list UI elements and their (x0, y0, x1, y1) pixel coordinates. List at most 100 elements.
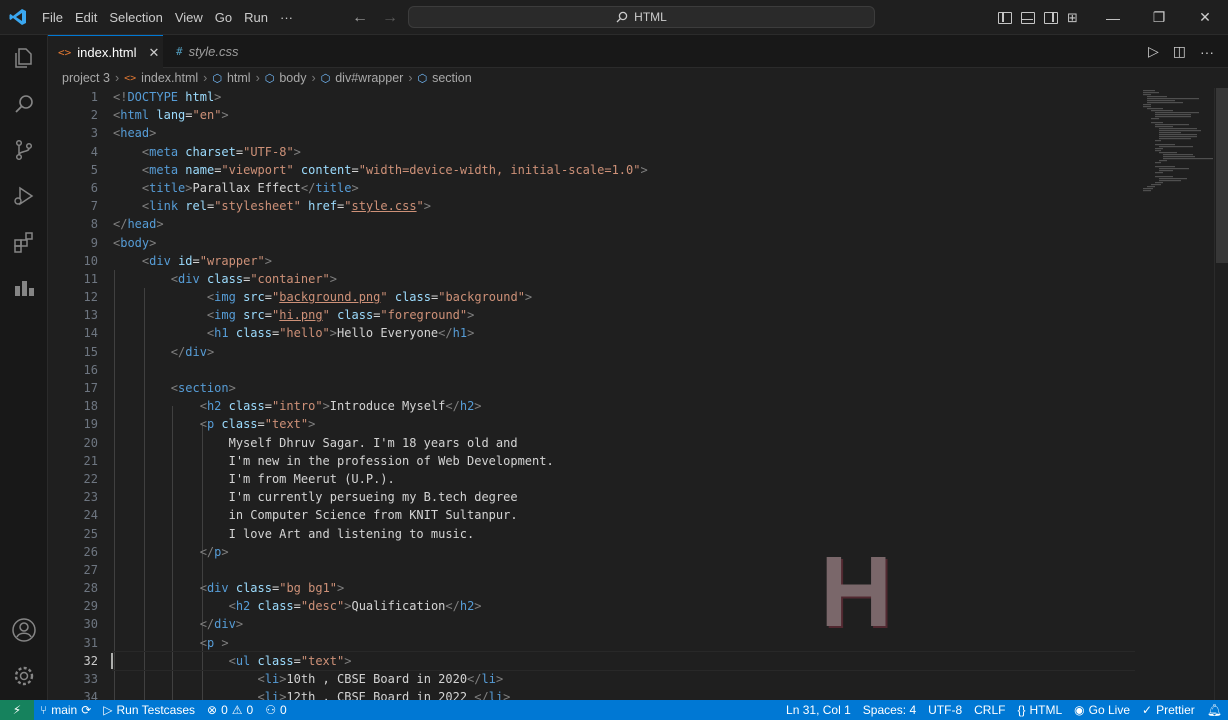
menu-go[interactable]: Go (209, 0, 238, 35)
code-line[interactable]: <!DOCTYPE html> (113, 88, 1143, 106)
close-window-icon[interactable]: ✕ (1182, 0, 1228, 35)
code-content[interactable]: <!DOCTYPE html> <html lang="en"> <head> <m… (111, 88, 1144, 700)
breadcrumb-item[interactable]: project 3 (62, 71, 110, 85)
code-line[interactable]: </p> (113, 543, 1143, 561)
search-icon[interactable] (0, 81, 48, 127)
code-line[interactable]: </div> (113, 343, 1143, 361)
code-line[interactable]: <img src="background.png" class="backgro… (113, 288, 1143, 306)
minimize-icon[interactable]: — (1090, 0, 1136, 35)
code-line[interactable]: <div class="container"> (113, 270, 1143, 288)
encoding[interactable]: UTF-8 (922, 703, 968, 717)
code-line[interactable]: </div> (113, 615, 1143, 633)
code-line[interactable] (113, 561, 1143, 579)
line-number: 2 (90, 108, 98, 123)
tab-label: index.html (77, 45, 137, 60)
end-of-line[interactable]: CRLF (968, 703, 1011, 717)
branch-indicator[interactable]: ⑂ main ⟳ (34, 703, 97, 717)
code-editor[interactable]: 1 2 3 4 5 6 7 8 9 10 11 12 13 14 15 16 17 18 19 20 21 22 23 24 2… (48, 88, 1214, 700)
source-control-icon[interactable] (0, 127, 48, 173)
symbol-icon: ⬡ (320, 72, 331, 85)
chart-icon[interactable] (0, 265, 48, 311)
code-line[interactable]: <html lang="en"> (113, 106, 1143, 124)
code-line[interactable]: <link rel="stylesheet" href="style.css"> (113, 197, 1143, 215)
code-line[interactable]: I'm currently persueing my B.tech degree (113, 488, 1143, 506)
breadcrumb-item[interactable]: index.html (141, 71, 198, 85)
remote-indicator-icon[interactable]: ⚡ (0, 700, 34, 720)
chevron-right-icon: › (408, 71, 413, 85)
code-line[interactable]: <title>Parallax Effect</title> (113, 179, 1143, 197)
notifications-bell-icon[interactable]: 🔔︎ (1201, 703, 1228, 717)
code-line[interactable]: <div id="wrapper"> (113, 252, 1143, 270)
code-line[interactable]: <h2 class="desc">Qualification</h2> (113, 597, 1143, 615)
arrow-right-icon[interactable]: → (382, 9, 398, 27)
menu-view[interactable]: View (169, 0, 209, 35)
toggle-panel-icon[interactable] (1021, 11, 1035, 24)
language-mode[interactable]: {} HTML (1011, 703, 1068, 717)
manage-gear-icon[interactable] (0, 653, 48, 699)
code-line[interactable]: <li>12th , CBSE Board in 2022 </li> (113, 688, 1143, 700)
toggle-secondary-sidebar-icon[interactable] (1044, 11, 1058, 24)
run-debug-icon[interactable] (0, 173, 48, 219)
prettier-indicator[interactable]: ✓ Prettier (1136, 703, 1201, 717)
code-line[interactable]: <div class="bg bg1"> (113, 579, 1143, 597)
command-center-label: HTML (634, 10, 667, 24)
breadcrumb-item[interactable]: section (432, 71, 472, 85)
menu-more[interactable]: ··· (274, 0, 299, 35)
command-center-search[interactable]: HTML (408, 6, 875, 28)
code-line[interactable]: <img src="hi.png" class="foreground"> (113, 306, 1143, 324)
code-line[interactable]: <p > (113, 634, 1143, 652)
toggle-primary-sidebar-icon[interactable] (998, 11, 1012, 24)
customize-layout-icon[interactable]: ⊞ (1067, 10, 1078, 26)
code-line[interactable]: <head> (113, 124, 1143, 142)
run-testcases-button[interactable]: ▷ Run Testcases (97, 703, 201, 717)
scrollbar-thumb[interactable] (1216, 88, 1228, 263)
cursor-position[interactable]: Ln 31, Col 1 (780, 703, 857, 717)
broadcast-icon: ◉ (1074, 703, 1085, 717)
problems-indicator[interactable]: ⊗ 0 ⚠ 0 (201, 703, 259, 717)
code-line[interactable]: I'm new in the profession of Web Develop… (113, 452, 1143, 470)
code-line[interactable]: </head> (113, 215, 1143, 233)
menu-run[interactable]: Run (238, 0, 274, 35)
code-line[interactable]: <li>10th , CBSE Board in 2020</li> (113, 670, 1143, 688)
code-line[interactable]: <h1 class="hello">Hello Everyone</h1> (113, 324, 1143, 342)
code-line[interactable]: <ul class="text"> (111, 650, 1144, 672)
menu-edit[interactable]: Edit (69, 0, 103, 35)
line-number: 3 (90, 126, 98, 141)
code-line[interactable]: <p class="text"> (113, 415, 1143, 433)
restore-icon[interactable]: ❐ (1136, 0, 1182, 35)
more-actions-icon[interactable]: ··· (1200, 44, 1214, 60)
minimap[interactable] (1135, 88, 1214, 700)
code-line[interactable]: <section> (113, 379, 1143, 397)
menu-file[interactable]: File (36, 0, 69, 35)
account-icon[interactable] (0, 607, 48, 653)
run-icon[interactable]: ▷ (1148, 43, 1159, 60)
line-number: 25 (83, 526, 98, 541)
explorer-icon[interactable] (0, 35, 48, 81)
line-number: 12 (83, 290, 98, 305)
line-number: 27 (83, 562, 98, 577)
code-line[interactable]: in Computer Science from KNIT Sultanpur. (113, 506, 1143, 524)
code-line[interactable]: <body> (113, 234, 1143, 252)
vertical-scrollbar[interactable] (1214, 88, 1228, 700)
breadcrumb-item[interactable]: div#wrapper (335, 71, 403, 85)
indentation[interactable]: Spaces: 4 (857, 703, 922, 717)
code-line[interactable]: I'm from Meerut (U.P.). (113, 470, 1143, 488)
code-line[interactable]: I love Art and listening to music. (113, 525, 1143, 543)
extensions-icon[interactable] (0, 219, 48, 265)
close-icon[interactable]: ✕ (149, 45, 160, 61)
go-live-button[interactable]: ◉ Go Live (1068, 703, 1136, 717)
split-editor-icon[interactable]: ◫ (1173, 43, 1186, 60)
tab-index-html[interactable]: <> index.html ✕ (48, 35, 163, 69)
code-line[interactable] (113, 361, 1143, 379)
menu-selection[interactable]: Selection (103, 0, 168, 35)
tab-style-css[interactable]: # style.css (166, 35, 276, 68)
code-line[interactable]: <meta name="viewport" content="width=dev… (113, 161, 1143, 179)
breadcrumb-item[interactable]: html (227, 71, 251, 85)
line-number: 29 (83, 599, 98, 614)
breadcrumb-item[interactable]: body (279, 71, 306, 85)
code-line[interactable]: Myself Dhruv Sagar. I'm 18 years old and (113, 434, 1143, 452)
ports-indicator[interactable]: ⚇ 0 (259, 703, 292, 717)
code-line[interactable]: <meta charset="UTF-8"> (113, 143, 1143, 161)
arrow-left-icon[interactable]: ← (352, 9, 368, 27)
code-line[interactable]: <h2 class="intro">Introduce Myself</h2> (113, 397, 1143, 415)
